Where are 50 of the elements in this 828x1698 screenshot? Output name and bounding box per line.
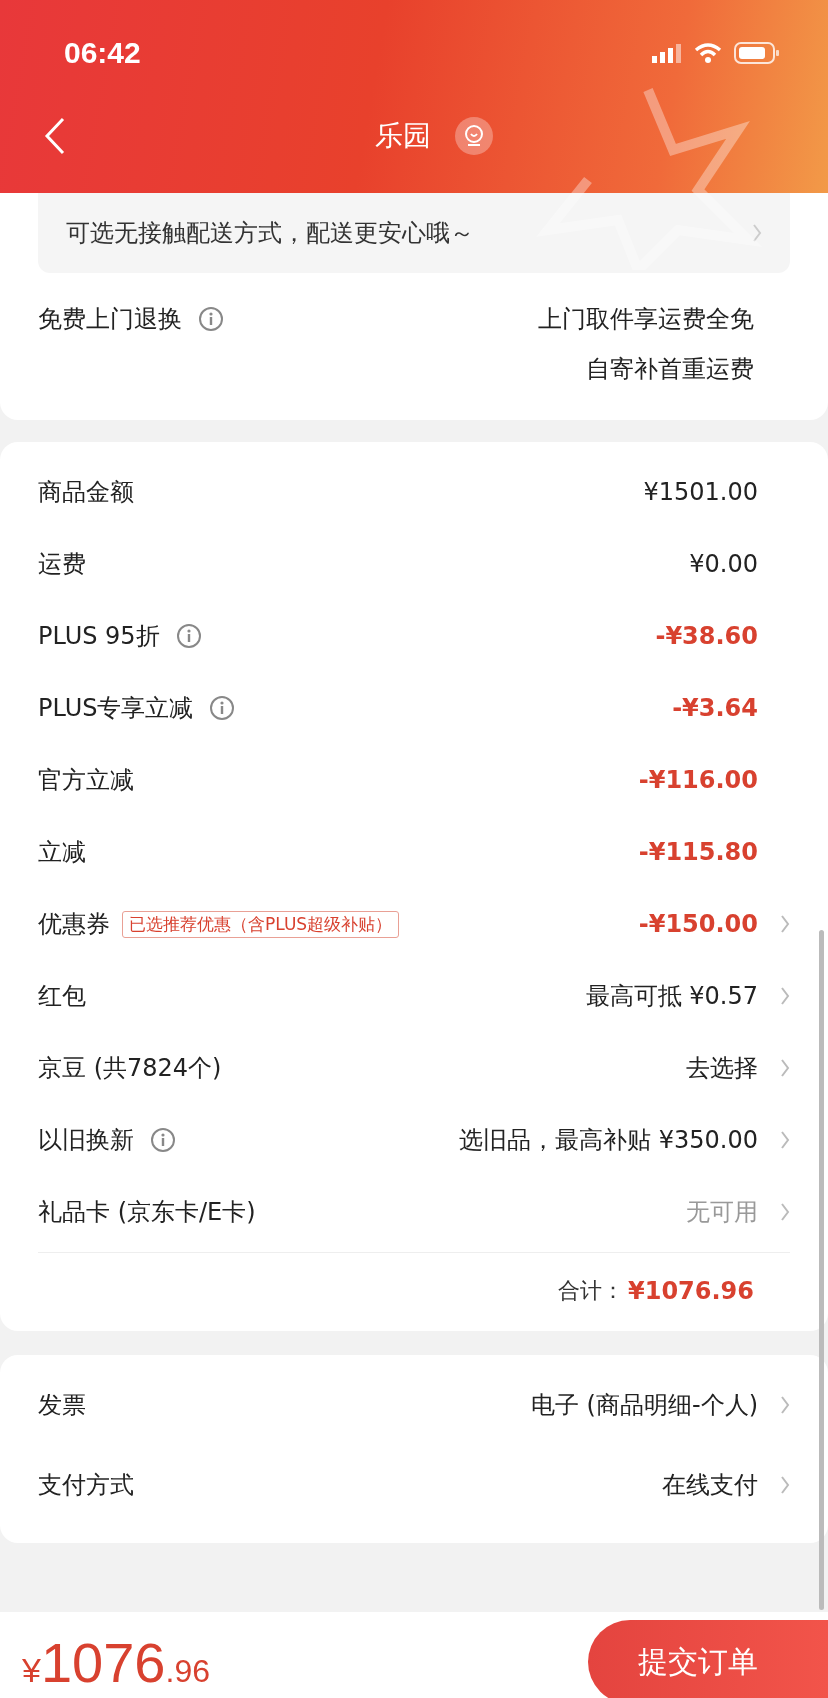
row-label: 官方立减 xyxy=(38,765,134,796)
row-value[interactable]: -¥150.00 xyxy=(638,910,758,938)
info-icon[interactable] xyxy=(150,1127,176,1153)
wifi-icon xyxy=(694,42,722,64)
chevron-icon xyxy=(780,1475,790,1495)
page-title: 乐园 xyxy=(375,118,431,154)
row-value: 上门取件享运费全免 xyxy=(538,304,754,335)
row-label: 商品金额 xyxy=(38,477,134,508)
total-price: ¥1076.96 xyxy=(22,1629,210,1695)
submit-order-button[interactable]: 提交订单 xyxy=(588,1620,828,1698)
back-icon xyxy=(44,117,66,155)
row-value: ¥1501.00 xyxy=(643,478,758,506)
row-value[interactable]: 最高可抵 ¥0.57 xyxy=(585,980,758,1012)
total-label: 合计： xyxy=(558,1277,624,1305)
notice-bar[interactable]: 可选无接触配送方式，配送更安心哦～ xyxy=(38,193,790,273)
row-value: -¥3.64 xyxy=(672,694,758,722)
row-value[interactable]: 在线支付 xyxy=(662,1469,758,1501)
row-label: 运费 xyxy=(38,549,86,580)
location-pin-icon[interactable] xyxy=(455,117,493,155)
info-icon[interactable] xyxy=(175,623,202,649)
row-value[interactable]: 电子 (商品明细-个人) xyxy=(531,1389,758,1421)
chevron-icon xyxy=(752,223,762,243)
row-label: PLUS 95折 xyxy=(38,621,160,652)
row-label: 京豆 (共7824个) xyxy=(38,1053,222,1084)
info-icon[interactable] xyxy=(209,695,236,721)
row-value: -¥116.00 xyxy=(638,766,758,794)
row-label: 礼品卡 (京东卡/E卡) xyxy=(38,1197,256,1228)
row-value: -¥38.60 xyxy=(655,622,758,650)
status-time: 06:42 xyxy=(64,36,141,70)
row-value[interactable]: 去选择 xyxy=(686,1052,758,1084)
chevron-icon xyxy=(780,1395,790,1415)
row-label: 立减 xyxy=(38,837,86,868)
info-icon[interactable] xyxy=(198,306,224,332)
row-label: 发票 xyxy=(38,1390,86,1421)
row-value[interactable]: 选旧品，最高补贴 ¥350.00 xyxy=(459,1124,758,1156)
battery-icon xyxy=(734,42,780,64)
notice-text: 可选无接触配送方式，配送更安心哦～ xyxy=(66,218,474,249)
promo-tag: 已选推荐优惠（含PLUS超级补贴） xyxy=(122,910,400,938)
row-value: 自寄补首重运费 xyxy=(586,354,754,385)
row-label: PLUS专享立减 xyxy=(38,693,194,724)
signal-icon xyxy=(652,43,682,63)
total-value: ¥1076.96 xyxy=(628,1277,754,1305)
row-label: 以旧换新 xyxy=(38,1125,134,1156)
row-label: 红包 xyxy=(38,981,86,1012)
row-label: 优惠券 xyxy=(38,909,110,940)
row-label: 支付方式 xyxy=(38,1470,134,1501)
row-value: -¥115.80 xyxy=(638,838,758,866)
row-value: ¥0.00 xyxy=(689,550,758,578)
back-button[interactable] xyxy=(44,117,66,155)
row-label: 免费上门退换 xyxy=(38,304,182,335)
